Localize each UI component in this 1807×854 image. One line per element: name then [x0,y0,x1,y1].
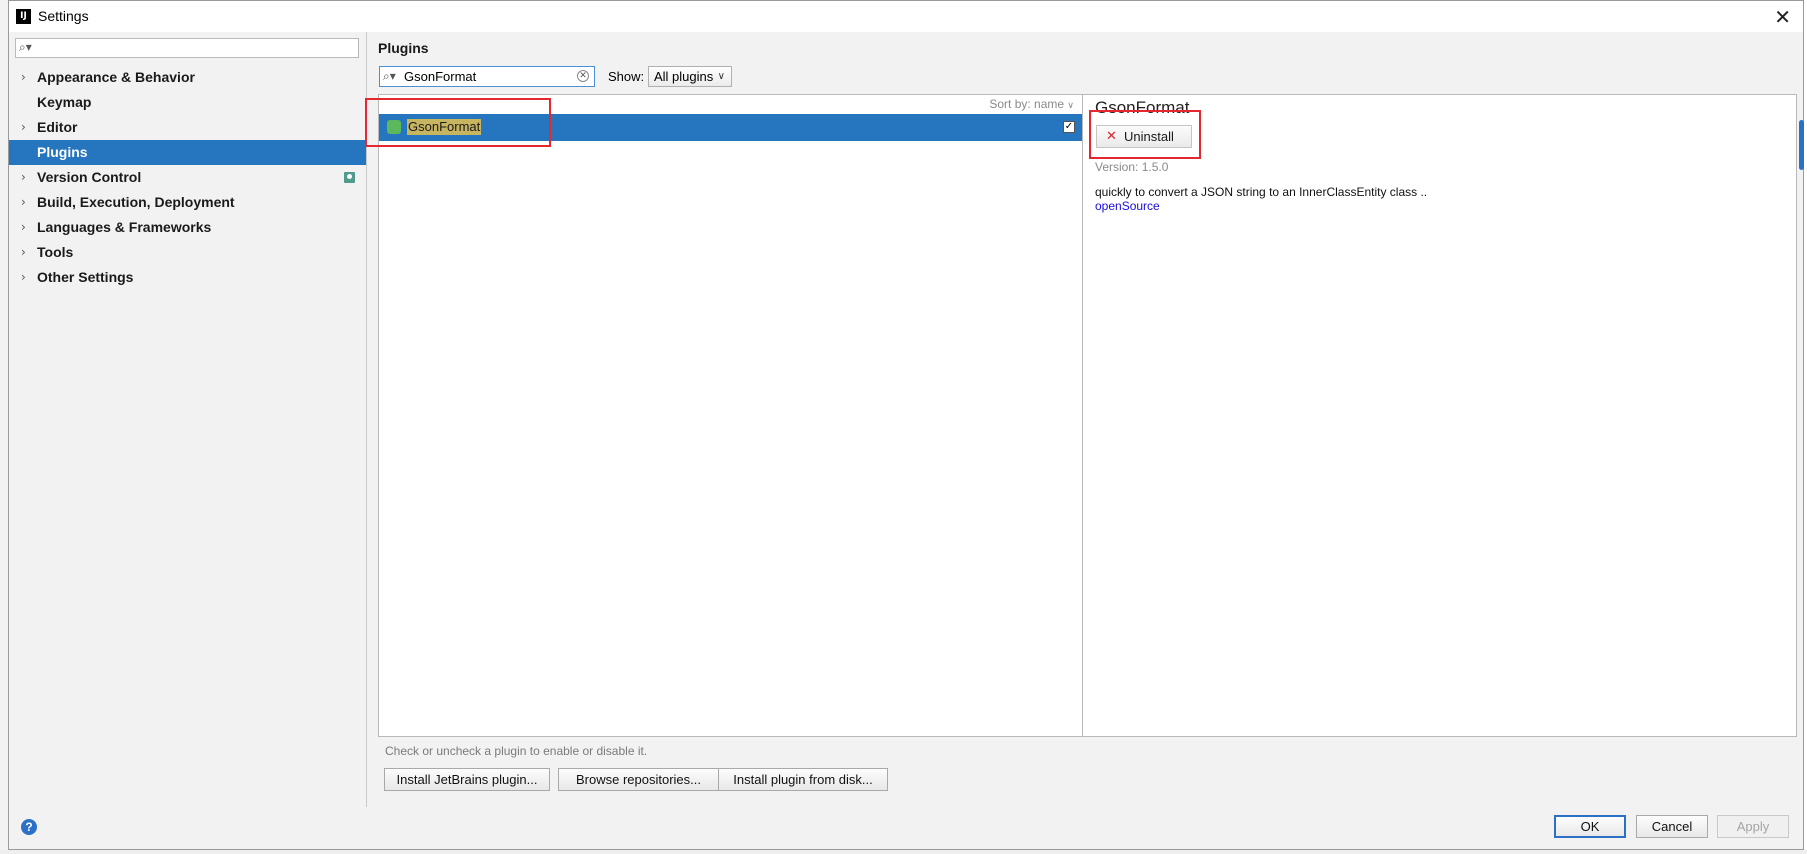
tree-item-label: Keymap [37,94,92,110]
chevron-right-icon[interactable]: › [21,65,26,90]
plugin-detail-title: GsonFormat [1095,98,1190,117]
plugin-search-value: GsonFormat [404,69,477,84]
tree-item-label: Appearance & Behavior [37,69,195,85]
chevron-right-icon[interactable]: › [21,190,26,215]
plugin-hint-text: Check or uncheck a plugin to enable or d… [385,744,648,758]
chevron-right-icon[interactable]: › [21,215,26,240]
tree-item-label: Version Control [37,169,142,185]
plugin-list-item[interactable]: GsonFormat ✓ [379,114,1082,141]
plugin-opensource-link[interactable]: openSource [1095,199,1160,213]
plugin-name: GsonFormat [407,119,482,135]
ide-scrollbar-thumb[interactable] [1799,120,1804,170]
install-jetbrains-plugin-button[interactable]: Install JetBrains plugin... [384,768,550,791]
tree-item-build-execution-deployment[interactable]: › Build, Execution, Deployment [9,190,366,215]
tree-item-label: Build, Execution, Deployment [37,194,235,210]
tree-item-editor[interactable]: › Editor [9,115,366,140]
tree-item-label: Editor [37,119,78,135]
uninstall-label: Uninstall [1124,129,1174,144]
chevron-down-icon: ∨ [1067,101,1074,111]
clear-search-icon[interactable]: ✕ [577,70,589,82]
title-bar: IJ Settings ✕ [9,1,1803,32]
settings-dialog: IJ Settings ✕ ⌕▾ › Appearance & Behavior… [8,0,1804,850]
chevron-right-icon[interactable]: › [21,265,26,290]
install-plugin-from-disk-button[interactable]: Install plugin from disk... [718,768,888,791]
cancel-button[interactable]: Cancel [1636,815,1708,838]
plugin-version: Version: 1.5.0 [1095,160,1169,174]
ide-scrollbar[interactable] [1797,55,1805,840]
ide-background-bottom [0,850,1807,854]
chevron-right-icon[interactable]: › [21,115,26,140]
window-title: Settings [38,8,89,24]
tree-item-appearance-behavior[interactable]: › Appearance & Behavior [9,65,366,90]
search-icon: ⌕▾ [383,69,396,83]
tree-item-tools[interactable]: › Tools [9,240,366,265]
sort-by-label: Sort by: name [989,97,1065,111]
ide-background-strip [0,0,8,854]
show-filter-select[interactable]: All plugins ∨ [648,66,732,87]
sort-by-selector[interactable]: Sort by: name ∨ [379,95,1082,113]
tree-item-label: Languages & Frameworks [37,219,212,235]
settings-search-input[interactable]: ⌕▾ [15,38,359,58]
tree-item-label: Other Settings [37,269,134,285]
plugin-detail-panel: GsonFormat ✕ Uninstall Version: 1.5.0 qu… [1082,94,1797,737]
intellij-app-icon: IJ [16,9,31,24]
close-icon[interactable]: ✕ [1774,5,1791,29]
plugin-list: Sort by: name ∨ GsonFormat ✓ [378,94,1083,737]
settings-tree-panel: ⌕▾ › Appearance & Behavior Keymap › Edit… [9,32,367,807]
help-icon[interactable]: ? [21,819,37,835]
apply-button[interactable]: Apply [1717,815,1789,838]
plugin-search-input[interactable]: ⌕▾ GsonFormat ✕ [379,66,595,87]
plugin-enabled-checkbox[interactable]: ✓ [1063,121,1075,133]
browse-repositories-button[interactable]: Browse repositories... [558,768,719,791]
tree-item-plugins[interactable]: Plugins [9,140,366,165]
tree-item-label: Tools [37,244,74,260]
plugin-puzzle-icon [387,120,401,134]
uninstall-button[interactable]: ✕ Uninstall [1096,125,1192,148]
show-filter-value: All plugins [654,69,714,84]
tree-item-label: Plugins [37,144,88,160]
uninstall-icon: ✕ [1106,129,1117,144]
tree-item-version-control[interactable]: › Version Control [9,165,366,190]
chevron-right-icon[interactable]: › [21,165,26,190]
tree-item-languages-frameworks[interactable]: › Languages & Frameworks [9,215,366,240]
tree-item-keymap[interactable]: Keymap [9,90,366,115]
settings-tree: › Appearance & Behavior Keymap › Editor … [9,65,366,290]
tree-item-other-settings[interactable]: › Other Settings [9,265,366,290]
ok-button[interactable]: OK [1554,815,1626,838]
chevron-down-icon: ∨ [717,71,725,82]
plugin-description: quickly to convert a JSON string to an I… [1095,185,1428,199]
project-level-icon [344,172,355,183]
search-icon: ⌕▾ [19,40,32,54]
show-filter-label: Show: [608,69,645,84]
chevron-right-icon[interactable]: › [21,240,26,265]
page-title: Plugins [378,40,429,56]
